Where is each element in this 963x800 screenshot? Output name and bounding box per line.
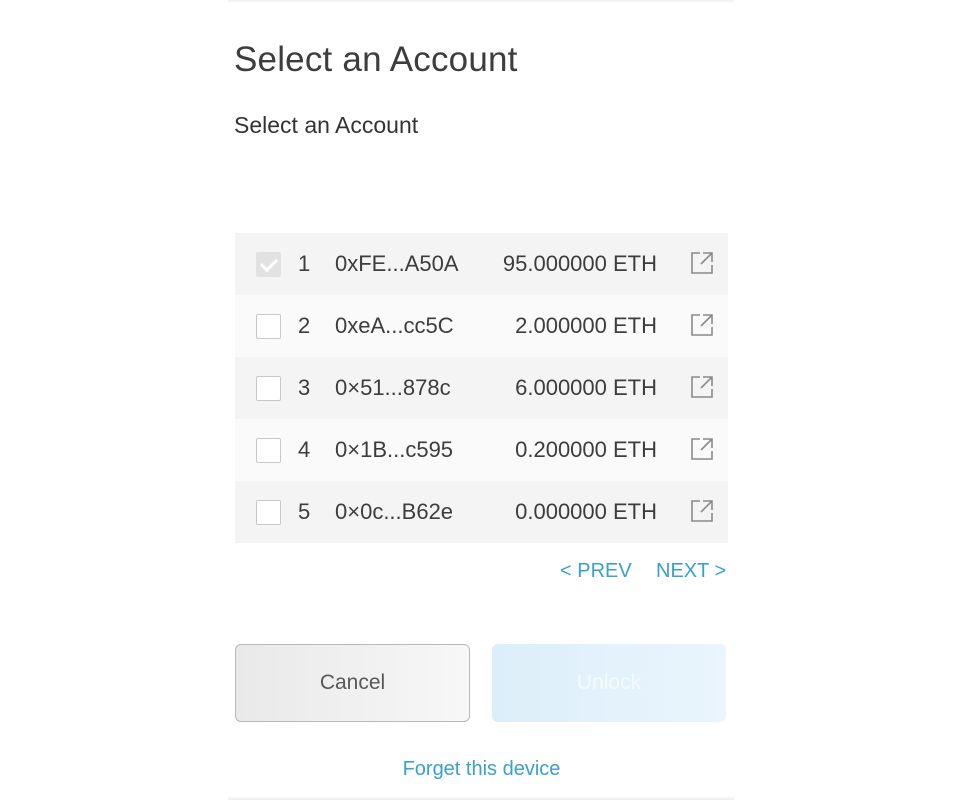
forget-device-link[interactable]: Forget this device [0,758,963,781]
account-row[interactable]: 5 0×0c...B62e 0.000000 ETH [235,481,728,543]
external-link-icon[interactable] [689,498,715,524]
account-row[interactable]: 3 0×51...878c 6.000000 ETH [235,357,728,419]
checkbox-icon[interactable] [256,376,281,401]
account-index: 5 [298,499,311,524]
page-title: Select an Account [234,40,518,79]
unlock-button[interactable]: Unlock [492,644,726,722]
dialog-top-edge [228,0,734,3]
external-link-icon[interactable] [689,250,715,276]
account-address: 0xeA...cc5C [335,313,454,338]
account-index: 2 [298,313,311,338]
account-balance: 6.000000 ETH [515,375,657,400]
cancel-button[interactable]: Cancel [235,644,470,722]
checkbox-icon[interactable] [256,500,281,525]
account-address: 0×51...878c [335,375,451,400]
account-balance: 0.200000 ETH [515,437,657,462]
account-address: 0×1B...c595 [335,437,454,462]
dialog-bottom-edge [228,796,734,800]
account-index: 3 [298,375,311,400]
account-row[interactable]: 4 0×1B...c595 0.200000 ETH [235,419,728,481]
account-index: 1 [298,251,311,276]
account-row[interactable]: 2 0xeA...cc5C 2.000000 ETH [235,295,728,357]
checkbox-icon[interactable] [256,252,281,277]
external-link-icon[interactable] [689,436,715,462]
account-address: 0xFE...A50A [335,251,459,276]
checkbox-icon[interactable] [256,314,281,339]
external-link-icon[interactable] [689,374,715,400]
next-page-button[interactable]: NEXT > [656,560,726,583]
account-address: 0×0c...B62e [335,499,454,524]
account-row[interactable]: 1 0xFE...A50A 95.000000 ETH [235,233,728,295]
account-balance: 95.000000 ETH [502,251,657,276]
page-subtitle: Select an Account [234,112,419,138]
external-link-icon[interactable] [689,312,715,338]
checkbox-icon[interactable] [256,438,281,463]
account-list: 1 0xFE...A50A 95.000000 ETH 2 0xeA...cc5… [235,233,728,543]
account-balance: 2.000000 ETH [515,313,657,338]
account-balance: 0.000000 ETH [515,499,657,524]
account-index: 4 [298,437,311,462]
prev-page-button[interactable]: < PREV [560,560,632,583]
